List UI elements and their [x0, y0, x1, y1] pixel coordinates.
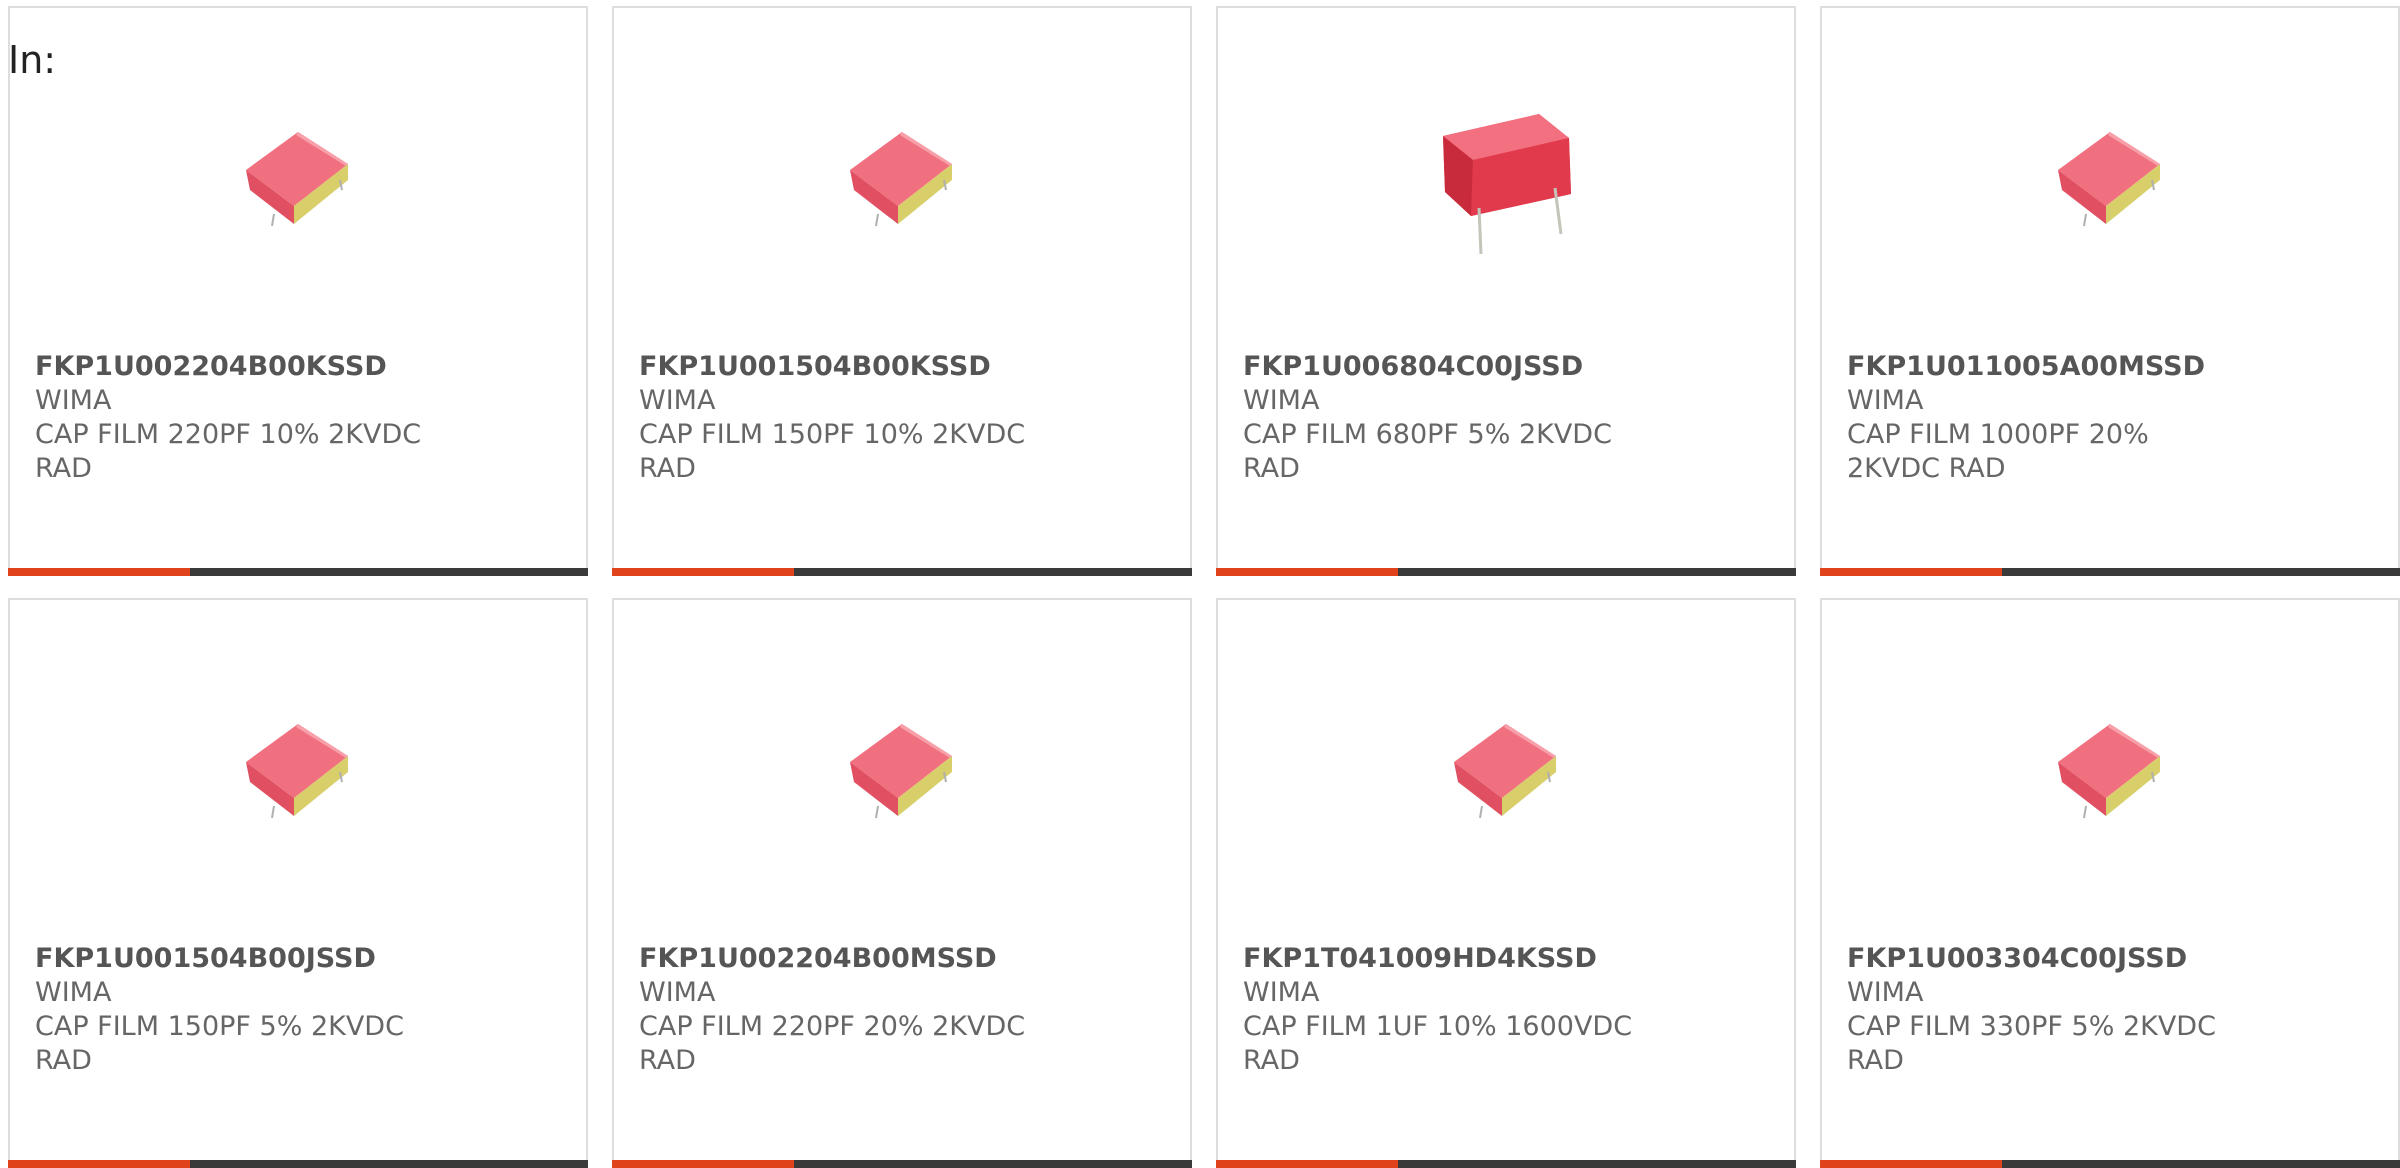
capacitor-icon — [246, 132, 348, 227]
product-image[interactable] — [10, 670, 586, 860]
card-footer-bar — [1820, 1160, 2400, 1168]
card-footer-bar — [1216, 1160, 1796, 1168]
product-info: FKP1U002204B00MSSD WIMA CAP FILM 220PF 2… — [639, 942, 1039, 1078]
manufacturer: WIMA — [639, 385, 716, 416]
part-number[interactable]: FKP1U001504B00KSSD — [639, 350, 1039, 384]
description: CAP FILM 680PF 5% 2KVDC RAD — [1243, 419, 1612, 484]
manufacturer: WIMA — [1847, 385, 1924, 416]
card-footer-bar — [8, 568, 588, 576]
card-footer-accent — [1820, 568, 2002, 576]
product-info: FKP1U003304C00JSSD WIMA CAP FILM 330PF 5… — [1847, 942, 2247, 1078]
description: CAP FILM 330PF 5% 2KVDC RAD — [1847, 1011, 2216, 1076]
card-footer-bar — [8, 1160, 588, 1168]
part-number[interactable]: FKP1U002204B00MSSD — [639, 942, 1039, 976]
product-card[interactable]: FKP1U001504B00KSSD WIMA CAP FILM 150PF 1… — [612, 6, 1192, 576]
product-card[interactable]: FKP1T041009HD4KSSD WIMA CAP FILM 1UF 10%… — [1216, 598, 1796, 1168]
card-footer-accent — [8, 568, 190, 576]
description: CAP FILM 220PF 20% 2KVDC RAD — [639, 1011, 1026, 1076]
card-footer-accent — [8, 1160, 190, 1168]
product-image[interactable] — [1822, 670, 2398, 860]
capacitor-icon — [2058, 132, 2160, 227]
card-footer-accent — [1216, 1160, 1398, 1168]
card-footer-accent — [612, 1160, 794, 1168]
card-footer-bar — [1216, 568, 1796, 576]
capacitor-icon — [2058, 724, 2160, 819]
product-info: FKP1U001504B00JSSD WIMA CAP FILM 150PF 5… — [35, 942, 435, 1078]
product-image[interactable] — [614, 78, 1190, 268]
manufacturer: WIMA — [35, 977, 112, 1008]
product-image[interactable] — [1218, 670, 1794, 860]
part-number[interactable]: FKP1U003304C00JSSD — [1847, 942, 2247, 976]
product-info: FKP1U001504B00KSSD WIMA CAP FILM 150PF 1… — [639, 350, 1039, 486]
manufacturer: WIMA — [1847, 977, 1924, 1008]
product-image[interactable] — [1822, 78, 2398, 268]
part-number[interactable]: FKP1U011005A00MSSD — [1847, 350, 2247, 384]
product-card[interactable]: FKP1U006804C00JSSD WIMA CAP FILM 680PF 5… — [1216, 6, 1796, 576]
product-image[interactable] — [614, 670, 1190, 860]
capacitor-leads-icon — [1443, 114, 1571, 255]
description: CAP FILM 1UF 10% 1600VDC RAD — [1243, 1011, 1633, 1076]
capacitor-icon — [1454, 724, 1556, 819]
manufacturer: WIMA — [35, 385, 112, 416]
part-number[interactable]: FKP1U002204B00KSSD — [35, 350, 435, 384]
capacitor-icon — [246, 724, 348, 819]
capacitor-icon — [850, 132, 952, 227]
card-footer-bar — [612, 1160, 1192, 1168]
product-info: FKP1U011005A00MSSD WIMA CAP FILM 1000PF … — [1847, 350, 2247, 486]
product-image[interactable] — [1218, 78, 1794, 268]
manufacturer: WIMA — [1243, 977, 1320, 1008]
card-footer-bar — [1820, 568, 2400, 576]
description: CAP FILM 150PF 5% 2KVDC RAD — [35, 1011, 404, 1076]
product-card[interactable]: FKP1U011005A00MSSD WIMA CAP FILM 1000PF … — [1820, 6, 2400, 576]
description: CAP FILM 150PF 10% 2KVDC RAD — [639, 419, 1026, 484]
description: CAP FILM 220PF 10% 2KVDC RAD — [35, 419, 422, 484]
manufacturer: WIMA — [1243, 385, 1320, 416]
in-heading: In: — [8, 38, 57, 82]
product-card[interactable]: FKP1U001504B00JSSD WIMA CAP FILM 150PF 5… — [8, 598, 588, 1168]
product-info: FKP1U006804C00JSSD WIMA CAP FILM 680PF 5… — [1243, 350, 1643, 486]
product-card[interactable]: FKP1U003304C00JSSD WIMA CAP FILM 330PF 5… — [1820, 598, 2400, 1168]
capacitor-icon — [850, 724, 952, 819]
product-image[interactable] — [10, 78, 586, 268]
card-footer-bar — [612, 568, 1192, 576]
part-number[interactable]: FKP1U006804C00JSSD — [1243, 350, 1643, 384]
card-footer-accent — [1820, 1160, 2002, 1168]
product-card[interactable]: FKP1U002204B00MSSD WIMA CAP FILM 220PF 2… — [612, 598, 1192, 1168]
product-grid: FKP1U002204B00KSSD WIMA CAP FILM 220PF 1… — [8, 6, 2400, 1168]
description: CAP FILM 1000PF 20% 2KVDC RAD — [1847, 419, 2149, 484]
part-number[interactable]: FKP1U001504B00JSSD — [35, 942, 435, 976]
manufacturer: WIMA — [639, 977, 716, 1008]
card-footer-accent — [1216, 568, 1398, 576]
part-number[interactable]: FKP1T041009HD4KSSD — [1243, 942, 1643, 976]
product-info: FKP1U002204B00KSSD WIMA CAP FILM 220PF 1… — [35, 350, 435, 486]
product-info: FKP1T041009HD4KSSD WIMA CAP FILM 1UF 10%… — [1243, 942, 1643, 1078]
product-card[interactable]: FKP1U002204B00KSSD WIMA CAP FILM 220PF 1… — [8, 6, 588, 576]
card-footer-accent — [612, 568, 794, 576]
